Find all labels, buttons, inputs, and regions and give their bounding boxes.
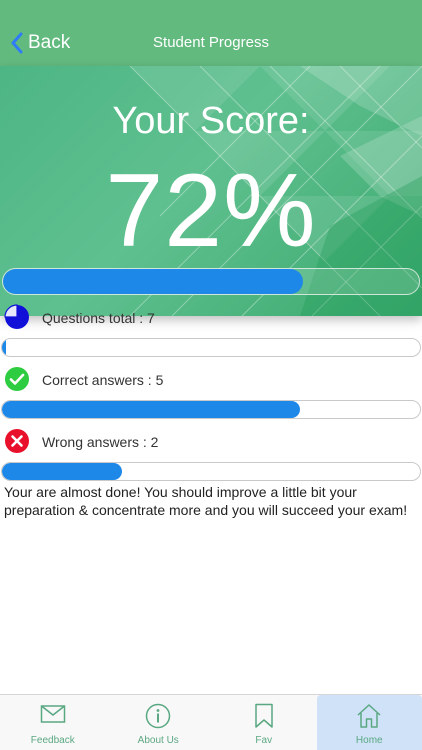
tab-label: Fav [255, 735, 273, 746]
info-icon [146, 703, 171, 729]
stat-correct-answers: Correct answers : 5 [0, 366, 422, 426]
stat-progress-bar [1, 400, 421, 419]
stat-progress-bar [1, 338, 421, 357]
stat-progress-bar [1, 462, 421, 481]
score-value: 72% [105, 153, 317, 269]
tab-label: Home [355, 735, 383, 746]
stat-progress-fill [2, 463, 122, 480]
tab-label: About Us [137, 735, 179, 746]
checkmark-icon [5, 367, 29, 391]
stat-questions-total: Questions total : 7 [0, 304, 422, 364]
stat-progress-fill [2, 339, 7, 356]
navigation-bar: Back Student Progress [0, 0, 422, 66]
stat-label: Correct answers : 5 [42, 372, 164, 388]
pie-clock-icon [4, 304, 29, 329]
tab-fav[interactable]: Fav [211, 695, 317, 750]
feedback-message: Your are almost done! You should improve… [4, 484, 408, 518]
tab-about-us[interactable]: About Us [106, 695, 212, 750]
tab-bar: Feedback About Us Fav Home [0, 694, 422, 750]
stat-wrong-answers: Wrong answers : 2 [0, 428, 422, 488]
bookmark-icon [255, 703, 273, 728]
stat-label: Questions total : 7 [42, 310, 155, 326]
score-progress-bar [2, 268, 420, 295]
home-icon [357, 704, 381, 728]
tab-label: Feedback [30, 735, 75, 746]
cross-icon [5, 429, 29, 453]
score-progress-fill [3, 269, 303, 294]
envelope-icon [40, 705, 65, 723]
stat-progress-fill [2, 401, 301, 418]
stat-label: Wrong answers : 2 [42, 434, 159, 450]
page-title: Student Progress [153, 34, 269, 51]
score-label: Your Score: [112, 100, 310, 142]
tab-feedback[interactable]: Feedback [0, 695, 106, 750]
score-hero: Your Score: 72% [0, 66, 422, 316]
tab-home[interactable]: Home [316, 695, 422, 750]
